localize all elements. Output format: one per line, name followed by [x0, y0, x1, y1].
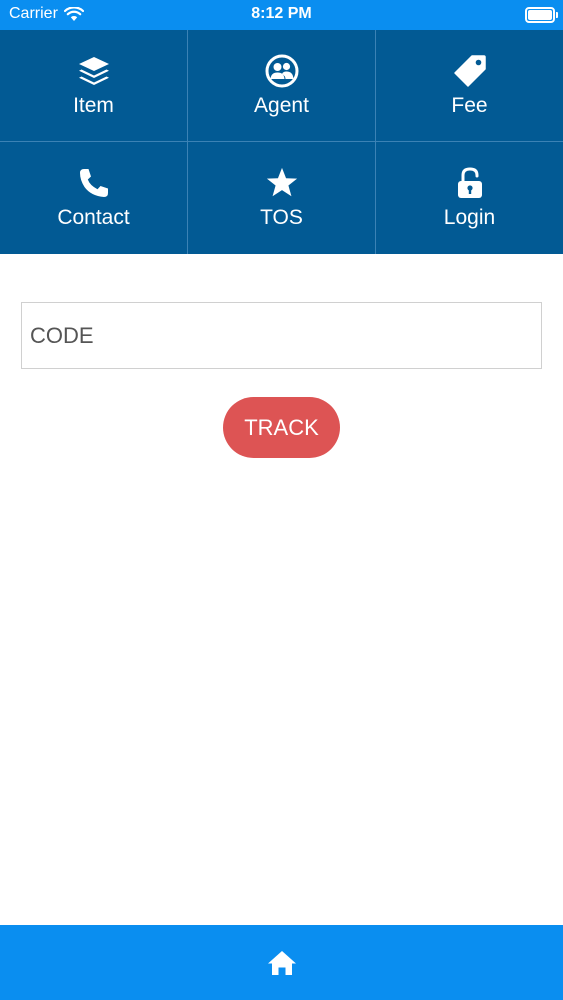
home-button[interactable]	[262, 943, 302, 983]
bottom-bar	[0, 925, 563, 1000]
status-time: 8:12 PM	[251, 5, 312, 22]
menu-item-tos[interactable]: TOS	[188, 142, 376, 254]
menu-item-label: TOS	[260, 206, 303, 229]
layers-icon	[77, 54, 111, 88]
code-input[interactable]	[21, 302, 542, 369]
home-icon	[267, 950, 296, 975]
tag-icon	[453, 54, 487, 88]
menu-item-label: Contact	[57, 206, 130, 229]
menu-item-label: Item	[73, 94, 114, 117]
agent-icon	[265, 54, 299, 88]
menu-item-item[interactable]: Item	[0, 30, 188, 142]
status-bar: Carrier 8:12 PM	[0, 0, 563, 30]
menu-item-login[interactable]: Login	[376, 142, 563, 254]
menu-item-agent[interactable]: Agent	[188, 30, 376, 142]
unlock-icon	[453, 166, 487, 200]
star-icon	[265, 166, 299, 200]
menu-item-label: Login	[443, 206, 496, 229]
menu-item-contact[interactable]: Contact	[0, 142, 188, 254]
main-menu: Item Agent Fee Contact TOS Login	[0, 30, 563, 254]
phone-icon	[77, 166, 111, 200]
battery-icon	[525, 7, 558, 23]
menu-item-label: Agent	[254, 94, 309, 117]
menu-item-fee[interactable]: Fee	[376, 30, 563, 142]
menu-item-label: Fee	[451, 94, 488, 117]
track-button[interactable]: TRACK	[223, 397, 340, 458]
